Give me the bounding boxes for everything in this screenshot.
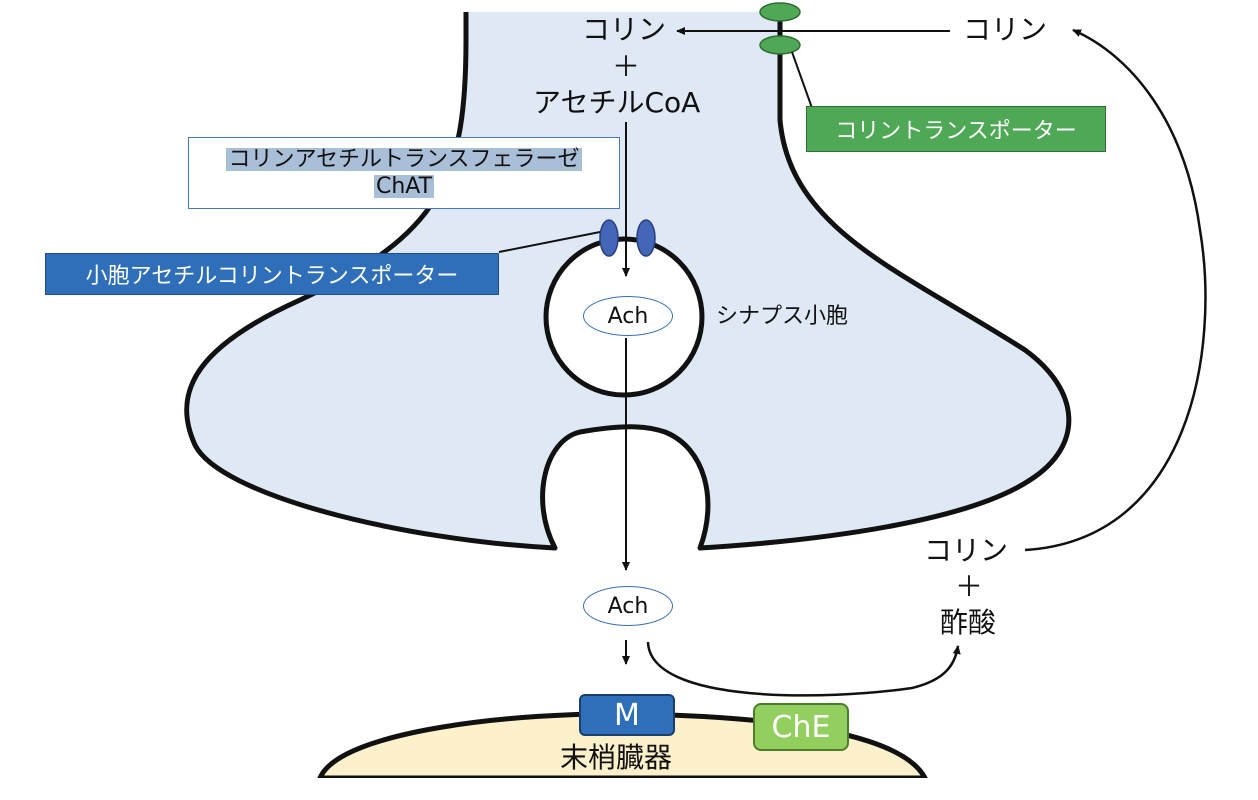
vesicular-transporter-right — [636, 219, 656, 257]
vesicular-transporter-left — [599, 219, 619, 257]
choline-transporter-label: コリントランスポーター — [806, 106, 1106, 152]
label-acetic-acid: 酢酸 — [940, 606, 997, 639]
cholinesterase: ChE — [753, 703, 849, 751]
chat-abbrev-line: ChAT — [373, 174, 435, 199]
chat-name-line: コリンアセチルトランスフェラーゼ — [226, 146, 582, 172]
leader-choline-transporter — [791, 51, 813, 109]
label-choline-product: コリン — [924, 534, 1009, 567]
label-plus-product: ＋ — [955, 570, 984, 603]
label-synaptic-vesicle: シナプス小胞 — [716, 304, 849, 329]
label-plus-inside: ＋ — [612, 50, 641, 83]
ach-in-vesicle: Ach — [583, 296, 673, 336]
label-acetyl-coa: アセチルCoA — [533, 86, 701, 119]
choline-transporter-top — [759, 2, 801, 22]
label-choline-inside: コリン — [582, 13, 667, 46]
label-choline-outside: コリン — [963, 13, 1048, 46]
arrow-hydrolysis — [646, 641, 961, 697]
label-peripheral-organ: 末梢臓器 — [560, 741, 673, 774]
vesicular-transporter-label: 小胞アセチルコリントランスポーター — [45, 253, 499, 295]
choline-transporter-bottom — [759, 35, 801, 55]
muscarinic-receptor: M — [579, 694, 675, 736]
ach-in-cleft: Ach — [583, 586, 673, 626]
chat-enzyme-box: コリンアセチルトランスフェラーゼ ChAT — [188, 137, 620, 209]
